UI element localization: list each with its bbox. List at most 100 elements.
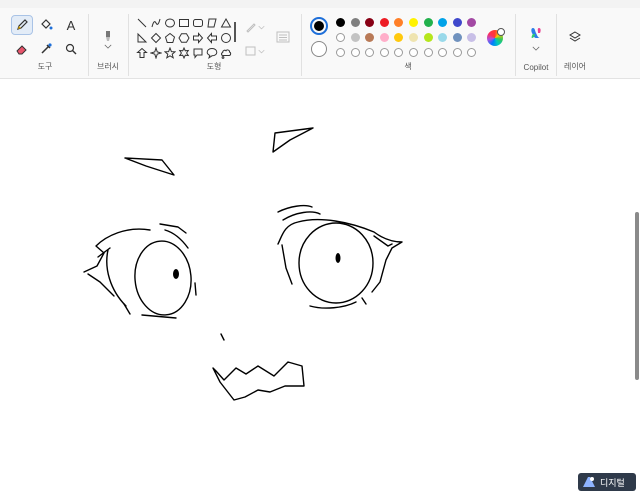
curve-shape[interactable] [150, 16, 162, 28]
triangle-shape[interactable] [220, 16, 232, 28]
palette-color-swatch[interactable] [452, 33, 462, 42]
cloud-callout-shape[interactable] [220, 46, 232, 59]
palette-color-swatch[interactable] [467, 33, 477, 42]
text-tool[interactable]: A [61, 16, 81, 34]
left-arrow-shape[interactable] [206, 31, 218, 44]
rounded-callout-shape[interactable] [192, 46, 204, 59]
line-size-icon [276, 31, 290, 43]
four-point-star-shape[interactable] [149, 46, 163, 60]
palette-color-swatch[interactable] [409, 18, 418, 27]
palette-color-swatch[interactable] [336, 33, 345, 42]
palette-color-swatch[interactable] [409, 48, 418, 57]
palette-color-swatch[interactable] [423, 48, 433, 57]
palette-color-swatch[interactable] [394, 48, 404, 57]
five-point-star-shape[interactable] [163, 46, 177, 59]
layers-button[interactable] [565, 28, 585, 46]
colors-group-label: 색 [404, 62, 412, 71]
cloud-callout-icon [221, 49, 232, 59]
right-eyebrow [272, 127, 314, 153]
right-triangle-shape[interactable] [136, 31, 148, 43]
palette-color-swatch[interactable] [379, 33, 389, 42]
palette-color-swatch[interactable] [409, 33, 418, 42]
pupils [173, 253, 341, 279]
copilot-group: Copilot [517, 8, 555, 78]
palette-color-swatch[interactable] [365, 48, 375, 57]
fill-bucket-icon [41, 19, 53, 30]
six-point-star-shape[interactable] [178, 46, 190, 60]
chevron-down-icon [257, 25, 265, 29]
palette-color-swatch[interactable] [350, 18, 360, 27]
pentagon-shape[interactable] [164, 31, 176, 43]
primary-color[interactable] [310, 17, 328, 35]
palette-color-swatch[interactable] [438, 48, 448, 57]
chevron-down-icon[interactable] [104, 44, 112, 49]
copilot-button[interactable] [526, 24, 546, 42]
hexagon-shape[interactable] [178, 31, 190, 43]
palette-color-swatch[interactable] [438, 33, 448, 42]
magnifier-tool[interactable] [61, 40, 81, 58]
pentagon-icon [164, 32, 176, 43]
four-point-star-icon [149, 46, 163, 60]
palette-color-swatch[interactable] [379, 18, 389, 27]
curve-icon [151, 18, 161, 28]
watermark-logo: 디지털 [578, 473, 636, 491]
left-pupil [173, 269, 179, 279]
circle-icon [221, 33, 231, 43]
shapes-scroll[interactable] [234, 22, 236, 42]
palette-color-swatch[interactable] [438, 18, 448, 27]
left-eye [83, 223, 197, 319]
diamond-shape[interactable] [150, 31, 162, 44]
drawing-canvas[interactable] [0, 79, 640, 495]
polygon-shape[interactable] [206, 16, 218, 28]
rectangle-shape[interactable] [178, 16, 190, 28]
palette-color-swatch[interactable] [350, 33, 360, 42]
hexagon-icon [178, 33, 190, 43]
palette-color-swatch[interactable] [423, 33, 433, 42]
shape-fill-button[interactable] [240, 42, 268, 60]
secondary-color[interactable] [311, 41, 327, 57]
palette-color-swatch[interactable] [467, 18, 477, 27]
palette-color-swatch[interactable] [336, 48, 345, 57]
circle-shape[interactable] [220, 31, 232, 43]
up-arrow-shape[interactable] [136, 46, 148, 58]
canvas-scrollbar[interactable] [635, 212, 639, 380]
oval-shape[interactable] [164, 16, 176, 28]
diamond-icon [150, 32, 162, 44]
mouth [212, 361, 305, 401]
layers-icon [569, 31, 581, 42]
palette-color-swatch[interactable] [467, 48, 477, 57]
right-arrow-shape[interactable] [192, 31, 204, 44]
color-picker-tool[interactable] [36, 40, 56, 58]
line-shape[interactable] [136, 16, 148, 28]
palette-color-swatch[interactable] [394, 18, 404, 27]
palette-color-swatch[interactable] [365, 18, 375, 27]
palette-color-swatch[interactable] [336, 18, 345, 27]
outline-icon [245, 23, 256, 33]
triangle-icon [220, 17, 232, 28]
shape-size-button[interactable] [272, 26, 294, 48]
six-point-star-icon [178, 46, 190, 60]
pencil-tool[interactable] [11, 15, 33, 35]
rounded-rectangle-icon [193, 19, 203, 27]
edit-colors-button[interactable] [487, 28, 505, 46]
rounded-rectangle-shape[interactable] [192, 16, 204, 28]
palette-color-swatch[interactable] [452, 48, 462, 57]
fill-tool[interactable] [36, 16, 56, 34]
up-arrow-icon [136, 47, 148, 58]
left-arrow-icon [206, 32, 217, 44]
right-triangle-icon [137, 32, 148, 43]
palette-color-swatch[interactable] [423, 18, 433, 27]
oval-callout-shape[interactable] [206, 46, 218, 60]
palette-color-swatch[interactable] [452, 18, 462, 27]
eraser-tool[interactable] [12, 40, 32, 58]
face-drawing [83, 127, 403, 401]
palette-color-swatch[interactable] [350, 48, 360, 57]
palette-color-swatch[interactable] [379, 48, 389, 57]
chevron-down-icon[interactable] [532, 46, 540, 51]
five-point-star-icon [163, 46, 177, 59]
separator [556, 14, 557, 76]
palette-color-swatch[interactable] [365, 33, 375, 42]
palette-color-swatch[interactable] [394, 33, 404, 42]
shape-outline-button[interactable] [240, 18, 268, 36]
brushes-group-label: 브러시 [96, 62, 120, 71]
